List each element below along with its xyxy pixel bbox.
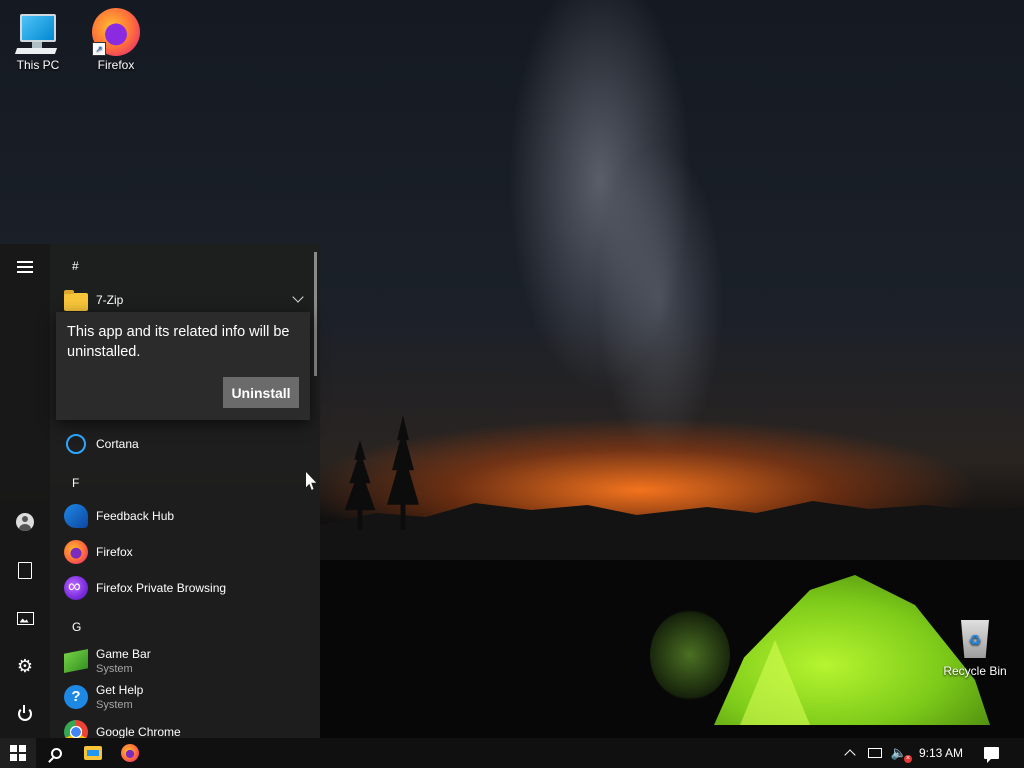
section-header-hash[interactable]: # [72, 259, 79, 273]
pictures-button[interactable] [0, 598, 50, 638]
app-name: Firefox Private Browsing [96, 581, 227, 595]
chevron-down-icon[interactable] [292, 291, 304, 303]
desktop-icon-label: Recycle Bin [943, 664, 1007, 678]
app-name: Game Bar [96, 647, 151, 661]
windows-logo-icon [10, 745, 26, 761]
app-name: Firefox [96, 545, 133, 559]
taskbar-firefox[interactable] [112, 738, 148, 768]
firefox-icon: ↗ [92, 8, 140, 56]
notification-icon [983, 747, 999, 763]
app-name: Get Help [96, 683, 144, 697]
network-icon [868, 748, 882, 758]
cortana-icon [66, 434, 86, 454]
section-header-g[interactable]: G [72, 620, 81, 634]
feedback-hub-icon [64, 504, 88, 528]
uninstall-message: This app and its related info will be un… [67, 324, 290, 360]
app-name: Feedback Hub [96, 509, 175, 523]
app-item-firefox[interactable]: Firefox [64, 535, 308, 569]
app-item-cortana[interactable]: Cortana [64, 427, 308, 461]
app-name: Google Chrome [96, 725, 181, 738]
start-menu-scrollbar[interactable] [314, 252, 317, 376]
start-button[interactable] [0, 738, 36, 768]
power-button[interactable] [0, 694, 50, 734]
recycle-bin-icon: ♻ [951, 614, 999, 662]
network-button[interactable] [864, 738, 886, 768]
firefox-icon [121, 744, 139, 762]
app-item-game-bar[interactable]: Game Bar System [64, 644, 308, 678]
this-pc-icon [14, 8, 62, 56]
app-item-feedback-hub[interactable]: Feedback Hub [64, 499, 308, 533]
desktop-icon-label: Firefox [97, 58, 135, 72]
desktop-icon-recycle-bin[interactable]: ♻ Recycle Bin [937, 614, 1013, 678]
document-icon [18, 561, 32, 579]
start-menu-expand-button[interactable] [0, 247, 50, 287]
taskbar: 🔈 × 9:13 AM [0, 738, 1024, 768]
pictures-icon [16, 611, 34, 625]
volume-button[interactable]: 🔈 × [888, 738, 913, 768]
desktop-icon-firefox[interactable]: ↗ Firefox [78, 8, 154, 72]
power-icon [18, 705, 32, 721]
app-name: 7-Zip [96, 293, 124, 307]
game-bar-icon [64, 649, 88, 673]
desktop-icon-label: This PC [16, 58, 60, 72]
section-header-f[interactable]: F [72, 476, 79, 490]
chrome-icon [64, 720, 88, 738]
action-center-button[interactable] [976, 738, 1006, 768]
firefox-private-browsing-icon [64, 576, 88, 600]
uninstall-flyout: This app and its related info will be un… [56, 312, 310, 420]
app-item-google-chrome[interactable]: Google Chrome [64, 715, 308, 738]
account-button[interactable] [0, 502, 50, 542]
uninstall-button[interactable]: Uninstall [223, 377, 299, 408]
wallpaper-tree [387, 415, 419, 530]
speaker-muted-icon: 🔈 × [890, 745, 913, 763]
app-name: Cortana [96, 437, 139, 451]
app-subtitle: System [96, 663, 133, 675]
clock-time: 9:13 AM [918, 746, 964, 760]
show-hidden-icons-button[interactable] [840, 738, 860, 768]
taskbar-file-explorer[interactable] [75, 738, 111, 768]
user-icon [16, 513, 34, 531]
desktop-icon-this-pc[interactable]: This PC [0, 8, 76, 72]
settings-button[interactable]: ⚙ [0, 646, 50, 686]
file-explorer-icon [84, 746, 102, 760]
start-menu-rail: ⚙ [0, 244, 50, 738]
app-item-firefox-private-browsing[interactable]: Firefox Private Browsing [64, 571, 308, 605]
app-subtitle: System [96, 699, 133, 711]
hamburger-icon [17, 266, 33, 268]
taskbar-clock[interactable]: 9:13 AM [912, 738, 970, 768]
documents-button[interactable] [0, 550, 50, 590]
taskbar-search-button[interactable] [38, 738, 74, 768]
wallpaper-bush [650, 610, 730, 700]
firefox-icon [64, 540, 88, 564]
app-item-get-help[interactable]: ? Get Help System [64, 680, 308, 714]
folder-icon [64, 290, 88, 311]
chevron-up-icon [844, 749, 856, 761]
gear-icon: ⚙ [16, 656, 34, 676]
shortcut-arrow-icon: ↗ [92, 42, 106, 56]
search-icon [50, 747, 62, 759]
get-help-icon: ? [64, 685, 88, 709]
